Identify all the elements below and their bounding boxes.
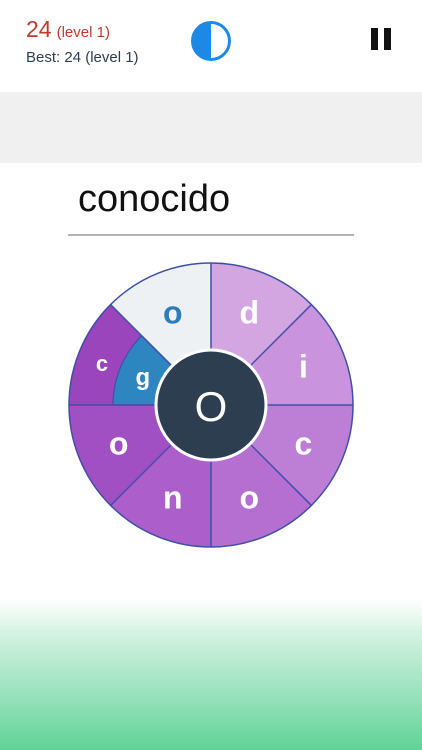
bottom-gradient — [0, 598, 422, 750]
top-bar: 24 (level 1) Best: 24 (level 1) — [0, 0, 422, 92]
current-word: conocido — [78, 178, 231, 220]
wheel-tile-letter: d — [239, 295, 259, 331]
wheel-tile-letter: n — [163, 479, 183, 515]
pause-button[interactable] — [364, 22, 398, 56]
wheel-tile-letter: o — [239, 479, 259, 515]
wheel-tile-letter: o — [109, 425, 129, 461]
pause-icon-bar — [371, 28, 378, 50]
message-area — [0, 92, 422, 163]
score-display: 24 (level 1) — [26, 16, 110, 43]
pause-icon-bar — [384, 28, 391, 50]
best-score: Best: 24 (level 1) — [26, 49, 139, 66]
wheel-tile-letter: c — [294, 425, 312, 461]
score-level: (level 1) — [56, 24, 110, 41]
wheel-tile-letter: o — [163, 295, 183, 331]
word-underline — [68, 234, 354, 236]
letter-wheel: diconoco g O — [68, 262, 354, 548]
selected-tile-letter: g — [135, 364, 150, 391]
wheel-tile-letter: i — [299, 349, 308, 385]
score-value: 24 — [26, 16, 52, 42]
wheel-tile-letter: c — [96, 351, 108, 376]
center-letter: O — [195, 383, 228, 430]
timer-fill — [192, 22, 211, 60]
timer-icon — [191, 21, 231, 61]
